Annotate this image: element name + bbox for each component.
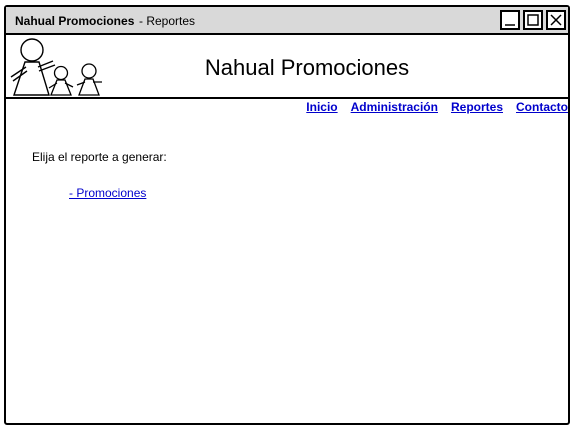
browser-window: Nahual Promociones - Reportes Nahual Pro…	[4, 5, 570, 425]
site-title: Nahual Promociones	[204, 55, 410, 80]
close-icon	[550, 14, 562, 26]
maximize-button[interactable]	[523, 10, 543, 30]
title-bar: Nahual Promociones - Reportes	[6, 7, 568, 35]
app-title: Nahual Promociones	[15, 14, 135, 28]
nav-link-reportes[interactable]: Reportes	[451, 100, 503, 114]
close-button[interactable]	[546, 10, 566, 30]
nav-link-inicio[interactable]: Inicio	[306, 100, 337, 114]
nav-link-contacto[interactable]: Contacto	[516, 100, 568, 114]
site-header: Nahual Promociones	[6, 35, 568, 99]
page-title: - Reportes	[139, 14, 196, 28]
main-nav: Inicio Administración Reportes Contacto	[306, 100, 568, 114]
minimize-button[interactable]	[500, 10, 520, 30]
report-link-promociones[interactable]: - Promociones	[69, 186, 146, 200]
nav-link-administracion[interactable]: Administración	[351, 100, 438, 114]
report-prompt: Elija el reporte a generar:	[32, 150, 167, 164]
minimize-icon	[505, 24, 515, 26]
maximize-icon	[527, 14, 539, 26]
